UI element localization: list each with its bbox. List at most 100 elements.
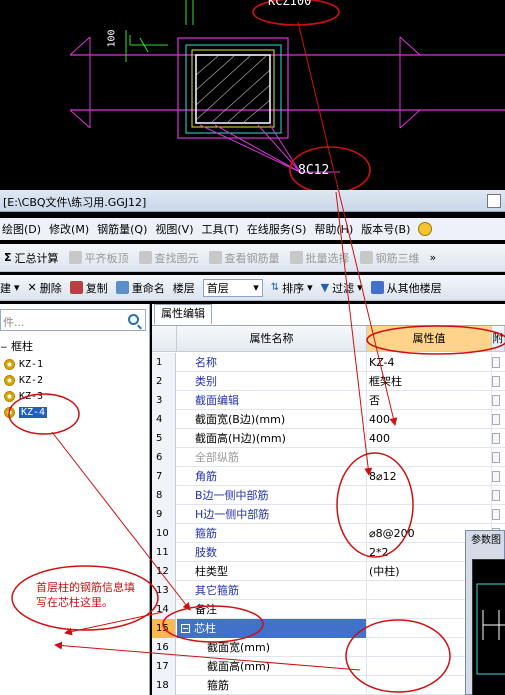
- property-name: 柱类型: [177, 562, 367, 581]
- property-row[interactable]: 8 B边一侧中部筋: [152, 486, 505, 505]
- property-row[interactable]: 6 全部纵筋: [152, 448, 505, 467]
- filter-button[interactable]: ▼ 过滤 ▾: [321, 280, 363, 296]
- tree-item-kz-4[interactable]: KZ-4: [4, 404, 48, 420]
- attachment-checkbox[interactable]: [492, 452, 500, 463]
- parameter-window-title: 参数图: [466, 531, 504, 551]
- row-number: 2: [152, 372, 176, 391]
- align-icon: [68, 251, 82, 264]
- tree-item-kz-3[interactable]: KZ-3: [4, 388, 43, 404]
- property-row[interactable]: 18 箍筋: [152, 676, 505, 695]
- property-name: 肢数: [177, 543, 367, 562]
- property-row[interactable]: 17 截面高(mm): [152, 657, 505, 676]
- row-number: 1: [152, 353, 176, 372]
- menu-tools[interactable]: 工具(T): [202, 221, 239, 237]
- property-value[interactable]: 框架柱: [367, 372, 492, 391]
- menu-modify[interactable]: 修改(M): [49, 221, 89, 237]
- property-row[interactable]: 11 肢数 2*2: [152, 543, 505, 562]
- property-row[interactable]: 14 备注: [152, 600, 505, 619]
- property-name: 名称: [177, 353, 367, 372]
- binoculars-icon: [138, 251, 152, 264]
- search-input[interactable]: 件...: [3, 314, 25, 330]
- property-value[interactable]: [367, 505, 492, 524]
- property-name: 截面宽(B边)(mm): [177, 410, 367, 429]
- column-gear-icon: [4, 358, 15, 370]
- collapse-icon: −: [0, 343, 8, 353]
- row-number: 3: [152, 391, 176, 410]
- attachment-checkbox[interactable]: [492, 471, 500, 482]
- attachment-checkbox[interactable]: [492, 509, 500, 520]
- tree-item-kz-1[interactable]: KZ-1: [4, 356, 43, 372]
- property-value[interactable]: 400: [367, 410, 492, 429]
- property-row[interactable]: 15 芯柱: [152, 619, 505, 638]
- menu-rebar-quantity[interactable]: 钢筋量(Q): [97, 221, 147, 237]
- parameter-diagram: [476, 583, 505, 675]
- row-number: 8: [152, 486, 176, 505]
- property-row[interactable]: 16 截面宽(mm): [152, 638, 505, 657]
- property-value[interactable]: [367, 486, 492, 505]
- tree-root-frame-column[interactable]: − 框柱: [0, 338, 33, 354]
- copy-from-floor-button[interactable]: 从其他楼层: [370, 280, 442, 296]
- property-row[interactable]: 1 名称 KZ-4: [152, 353, 505, 372]
- property-value[interactable]: 400: [367, 429, 492, 448]
- menu-draw[interactable]: 绘图(D): [2, 221, 41, 237]
- property-name: 芯柱: [177, 619, 367, 638]
- property-row[interactable]: 12 柱类型 (中柱): [152, 562, 505, 581]
- rename-icon: [115, 281, 129, 294]
- summary-calc-button[interactable]: Σ 汇总计算: [4, 250, 59, 266]
- component-list-panel: 件... − 框柱 KZ-1 KZ-2 KZ-3 KZ-4: [0, 304, 150, 695]
- align-slab-top-button[interactable]: 平齐板顶: [68, 250, 129, 266]
- menu-version[interactable]: 版本号(B): [361, 221, 410, 237]
- menu-view[interactable]: 视图(V): [155, 221, 193, 237]
- new-component-button[interactable]: 建 ▾: [0, 280, 20, 296]
- search-icon[interactable]: [128, 314, 139, 325]
- attachment-checkbox[interactable]: [492, 433, 500, 444]
- assistant-icon[interactable]: [418, 222, 433, 236]
- rename-button[interactable]: 重命名: [115, 280, 165, 296]
- rebar-3d-button[interactable]: 钢筋三维: [359, 250, 420, 266]
- property-row[interactable]: 13 其它箍筋: [152, 581, 505, 600]
- main-toolbar: Σ 汇总计算 平齐板顶 查找图元 查看钢筋量 批量选择 钢筋三维 »: [0, 244, 505, 272]
- row-number-header: [152, 326, 177, 352]
- property-row[interactable]: 2 类别 框架柱: [152, 372, 505, 391]
- find-element-button[interactable]: 查找图元: [138, 250, 199, 266]
- copy-button[interactable]: 复制: [69, 280, 108, 296]
- view-rebar-button[interactable]: 查看钢筋量: [208, 250, 280, 266]
- collapse-icon[interactable]: [181, 624, 190, 633]
- cad-canvas[interactable]: 100 8C12 KCZ100: [0, 0, 505, 190]
- menu-online-service[interactable]: 在线服务(S): [247, 221, 307, 237]
- property-row[interactable]: 9 H边一侧中部筋: [152, 505, 505, 524]
- attachment-checkbox[interactable]: [492, 395, 500, 406]
- attachment-checkbox[interactable]: [492, 357, 500, 368]
- menu-help[interactable]: 帮助(H): [314, 221, 353, 237]
- property-row[interactable]: 3 截面编辑 否: [152, 391, 505, 410]
- sigma-icon: Σ: [4, 251, 12, 264]
- row-number: 10: [152, 524, 176, 543]
- property-name-text: H边一侧中部筋: [195, 508, 270, 521]
- property-row[interactable]: 5 截面高(H边)(mm) 400: [152, 429, 505, 448]
- property-value[interactable]: 8⌀12: [367, 467, 492, 486]
- property-name-text: B边一侧中部筋: [195, 489, 269, 502]
- floor-select[interactable]: 首层 ▾: [202, 278, 263, 297]
- row-number: 6: [152, 448, 176, 467]
- property-row[interactable]: 7 角筋 8⌀12: [152, 467, 505, 486]
- floor-label: 楼层: [172, 281, 195, 295]
- toolbar-overflow-icon[interactable]: »: [430, 251, 437, 264]
- tab-property-edit[interactable]: 属性编辑: [154, 304, 212, 324]
- property-value[interactable]: 否: [367, 391, 492, 410]
- attachment-checkbox[interactable]: [492, 490, 500, 501]
- search-box[interactable]: 件...: [0, 309, 146, 331]
- property-row[interactable]: 4 截面宽(B边)(mm) 400: [152, 410, 505, 429]
- property-name-text: 箍筋: [207, 679, 229, 692]
- batch-select-button[interactable]: 批量选择: [289, 250, 350, 266]
- property-value[interactable]: KZ-4: [367, 353, 492, 372]
- property-value[interactable]: [367, 448, 492, 467]
- menu-bar: 绘图(D) 修改(M) 钢筋量(Q) 视图(V) 工具(T) 在线服务(S) 帮…: [0, 218, 505, 240]
- attachment-checkbox[interactable]: [492, 376, 500, 387]
- window-control-icon[interactable]: [487, 194, 501, 208]
- delete-button[interactable]: ✕ 删除: [28, 280, 62, 296]
- tree-item-kz-2[interactable]: KZ-2: [4, 372, 43, 388]
- sort-button[interactable]: ⇅ 排序 ▾: [271, 280, 313, 296]
- parameter-diagram-window[interactable]: 参数图: [465, 530, 505, 695]
- attachment-checkbox[interactable]: [492, 414, 500, 425]
- property-row[interactable]: 10 箍筋 ⌀8@200: [152, 524, 505, 543]
